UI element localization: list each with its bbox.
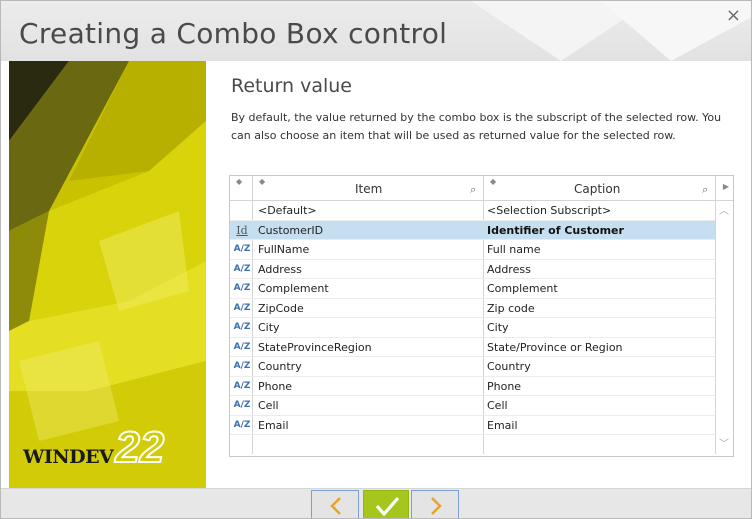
column-label-item: Item [355,182,383,196]
cell-item: Phone [258,379,293,393]
text-az-icon: A/Z [233,400,251,410]
cell-caption: Country [487,360,531,373]
cell-item: ZipCode [258,301,304,315]
side-banner: WINDEV 22 [9,61,206,488]
text-az-icon: A/Z [233,419,251,430]
scroll-down-icon[interactable]: ﹀ [719,435,729,450]
text-az-icon: A/Z [233,322,251,332]
table-row[interactable]: <Default> <Selection Subscript> [230,201,715,220]
cell-caption: <Selection Subscript> [487,204,612,217]
title-bar: Creating a Combo Box control × [1,1,751,61]
table-row[interactable]: A/Z Phone Phone [230,377,715,396]
main-content: Return value By default, the value retur… [231,69,731,145]
column-label-caption: Caption [574,182,621,196]
sort-icon: ◆ [236,177,243,186]
table-row[interactable]: A/Z Email Email [230,416,715,435]
windev-logo: WINDEV 22 [23,423,165,472]
cell-caption: Complement [487,282,558,295]
cell-caption: Address [487,262,531,276]
section-title: Return value [231,75,352,97]
text-az-icon: A/Z [233,302,251,313]
logo-wordmark: WINDEV [23,446,114,468]
text-az-icon: A/Z [233,361,251,371]
section-description: By default, the value returned by the co… [231,111,722,142]
table-row[interactable]: A/Z ZipCode Zip code [230,299,715,318]
item-table[interactable]: ◆ ◆ Item ⌕ ◆ Caption ⌕ ▶ <Default> <Selec… [229,175,734,457]
scroll-up-icon[interactable]: ︿ [719,202,729,217]
cell-item: Address [258,262,302,276]
icon-column-header[interactable]: ◆ [230,176,252,200]
cell-caption: Identifier of Customer [487,223,624,237]
search-icon[interactable]: ⌕ [470,183,476,197]
table-row[interactable]: A/Z Complement Complement [230,279,715,298]
sort-icon: ◆ [259,177,266,186]
chevron-right-icon [431,497,442,515]
cell-item: StateProvinceRegion [258,340,372,354]
cell-caption: Zip code [487,301,535,315]
next-button[interactable] [411,490,459,518]
row-divider [230,434,715,435]
cell-item: Cell [258,399,279,412]
cell-item: Email [258,418,289,432]
text-az-icon: A/Z [233,380,251,391]
cell-item: City [258,321,280,334]
search-icon[interactable]: ⌕ [702,183,708,197]
table-row[interactable]: A/Z StateProvinceRegion State/Province or … [230,338,715,357]
cell-item: FullName [258,243,310,256]
wizard-window: Creating a Combo Box control × WINDEV 22… [0,0,752,519]
text-az-icon: A/Z [233,341,251,352]
sort-icon: ◆ [490,177,497,186]
cell-caption: City [487,321,509,334]
scroll-right-icon[interactable]: ▶ [723,182,729,191]
cell-caption: State/Province or Region [487,340,623,354]
wizard-footer [1,488,751,518]
cell-caption: Phone [487,379,522,393]
text-az-icon: A/Z [233,244,251,254]
chevron-left-icon [330,497,341,515]
table-row[interactable]: A/Z Country Country [230,357,715,376]
logo-version: 22 [114,423,165,472]
text-az-icon: A/Z [233,263,251,274]
table-row[interactable]: A/Z Cell Cell [230,396,715,415]
column-header-item[interactable]: ◆ Item ⌕ [253,176,483,200]
vertical-scrollbar[interactable]: ︿ ﹀ [716,200,733,454]
table-row[interactable]: A/Z FullName Full name [230,240,715,259]
cell-item: Complement [258,282,329,295]
finish-button[interactable] [363,490,409,518]
banner-graphic [9,61,206,488]
table-row[interactable]: A/Z City City [230,318,715,337]
cell-caption: Email [487,418,518,432]
cell-item: Country [258,360,302,373]
column-header-caption[interactable]: ◆ Caption ⌕ [484,176,714,200]
previous-button[interactable] [311,490,359,518]
cell-caption: Cell [487,399,508,412]
text-az-icon: A/Z [233,283,251,293]
table-row[interactable]: Id CustomerID Identifier of Customer [230,220,715,240]
table-row[interactable]: A/Z Address Address [230,260,715,279]
cell-caption: Full name [487,243,541,256]
table-header: ◆ ◆ Item ⌕ ◆ Caption ⌕ ▶ [230,176,733,201]
cell-item: <Default> [258,204,317,217]
close-button[interactable]: × [726,7,741,25]
key-id-icon: Id [236,223,248,237]
check-icon [375,496,400,517]
window-title: Creating a Combo Box control [19,17,448,50]
cell-item: CustomerID [258,223,324,237]
